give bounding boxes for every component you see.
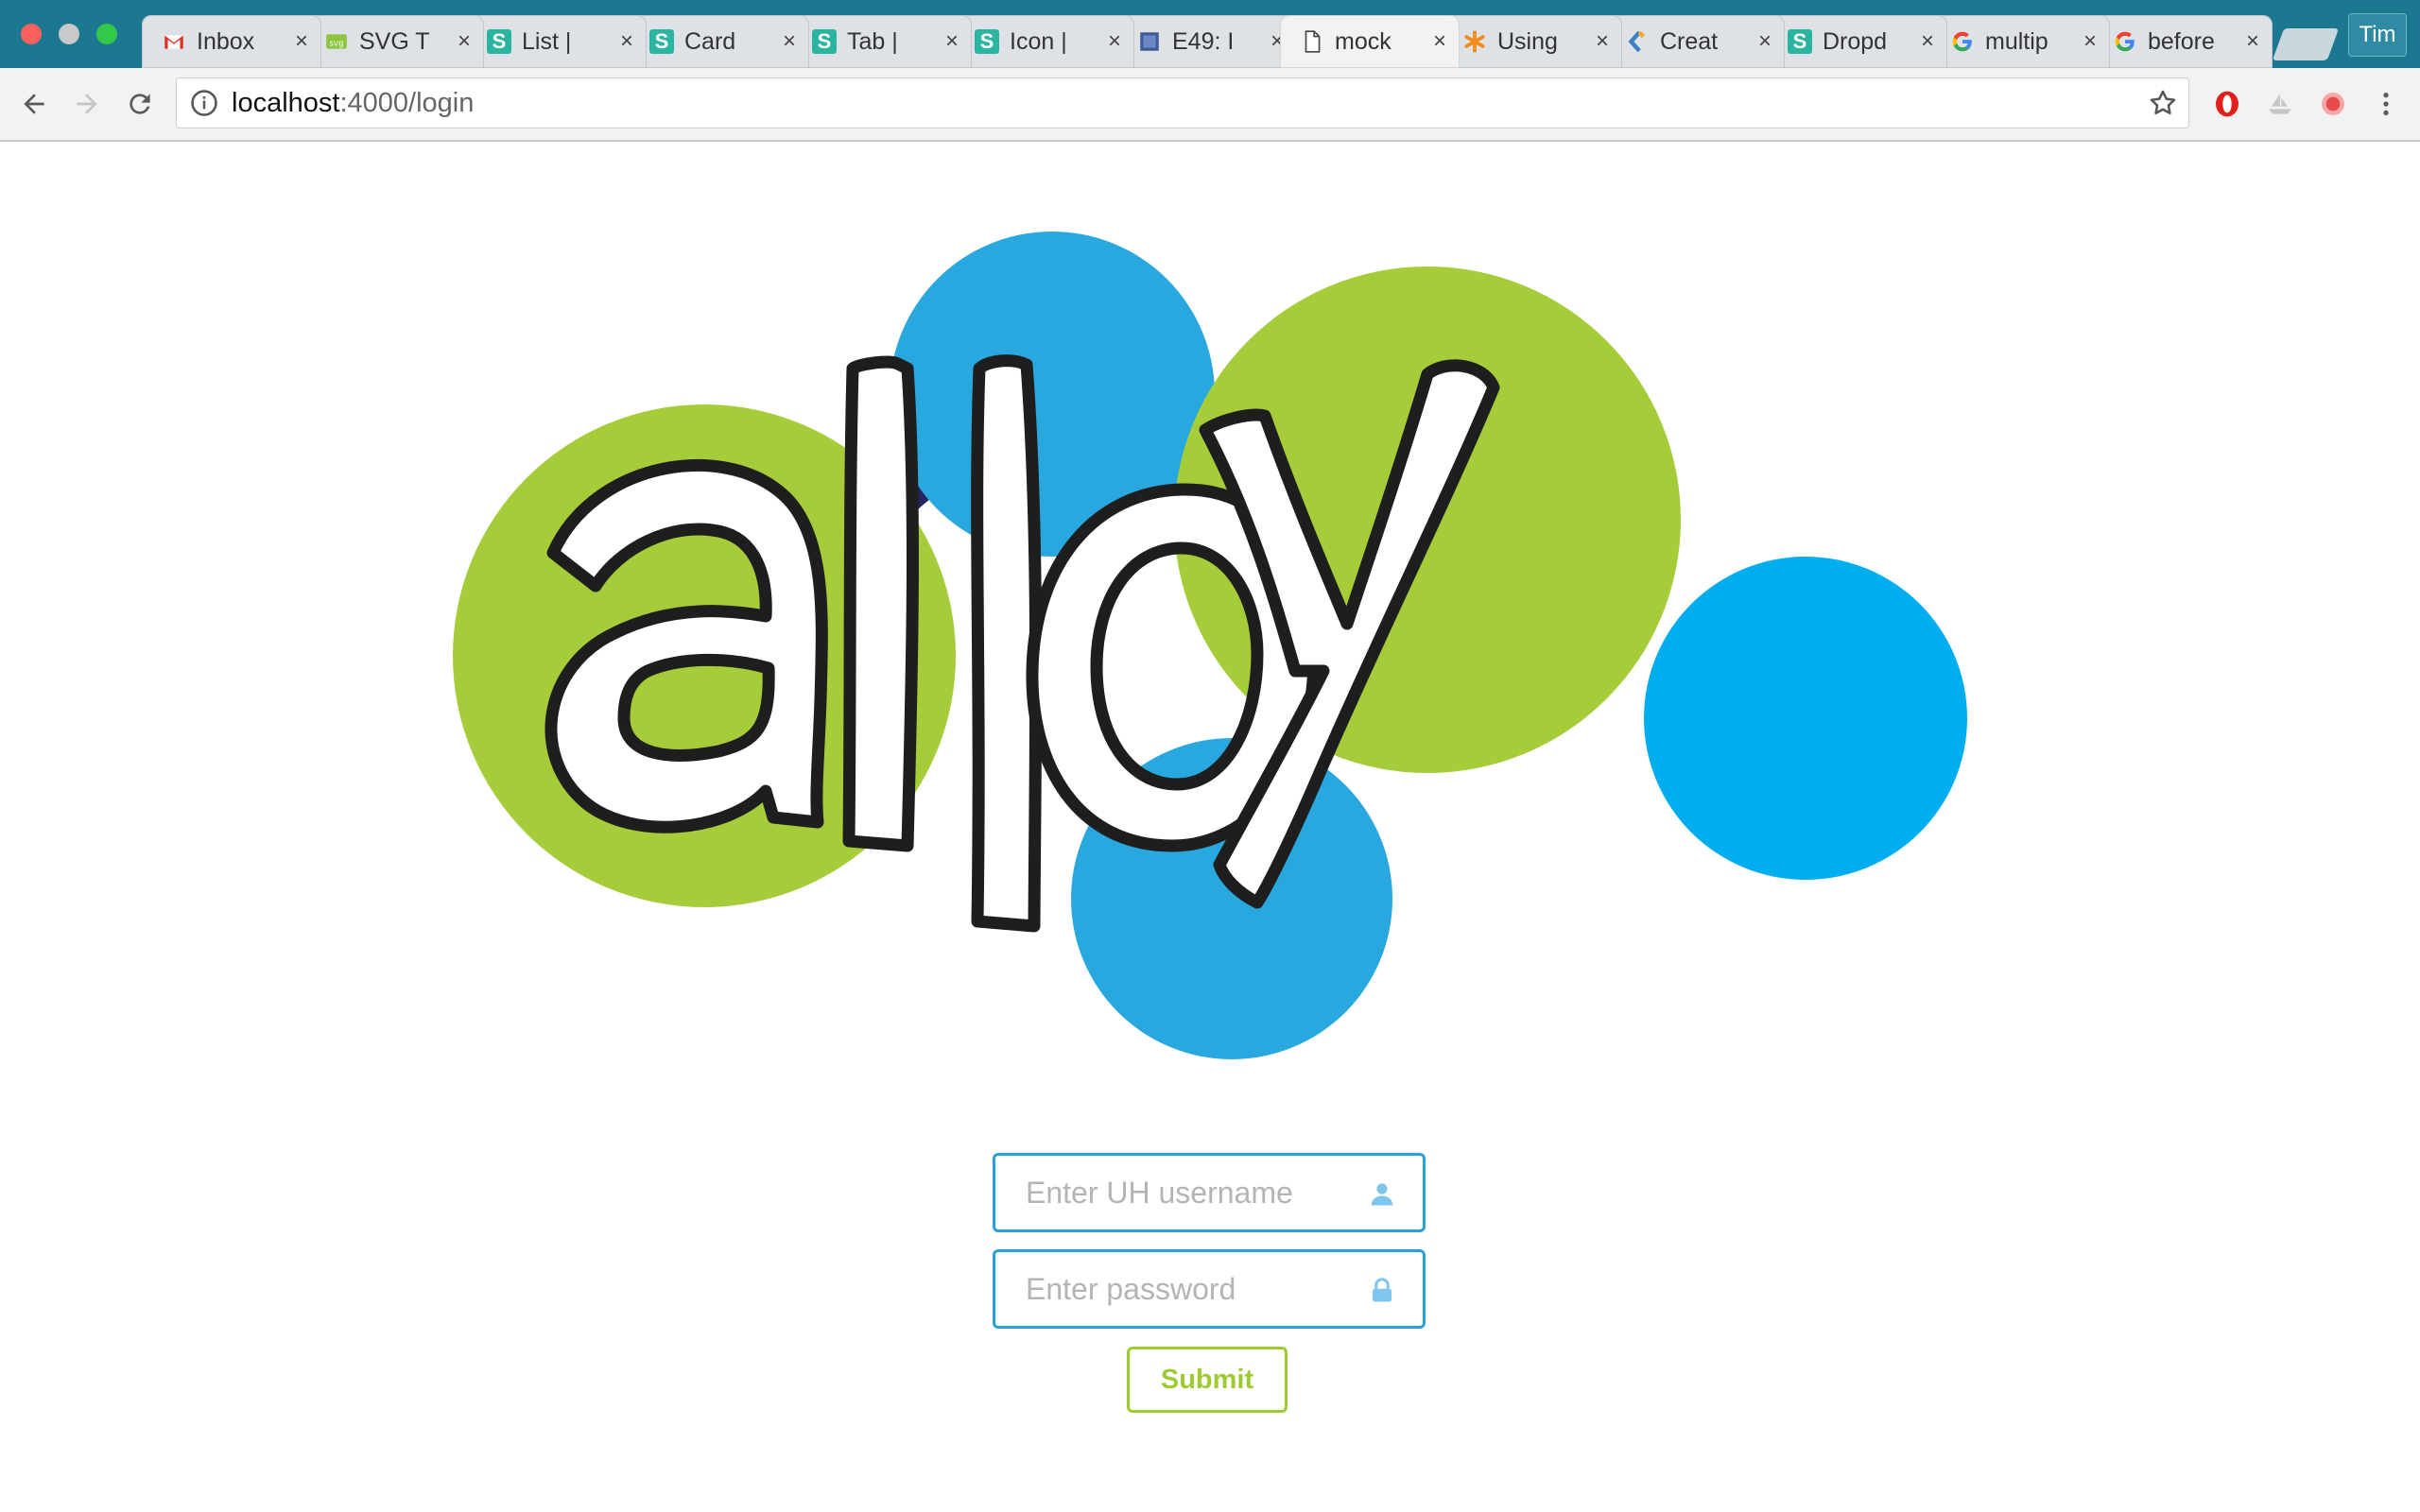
browser-toolbar: localhost:4000/login bbox=[0, 68, 2420, 142]
info-icon bbox=[191, 90, 217, 116]
red-dot-icon bbox=[2322, 93, 2344, 115]
google-icon bbox=[2112, 28, 2138, 55]
tab-11[interactable]: multip × bbox=[1930, 15, 2110, 68]
close-tab-icon[interactable]: × bbox=[783, 28, 796, 55]
close-tab-icon[interactable]: × bbox=[458, 28, 471, 55]
close-window-button[interactable] bbox=[21, 24, 42, 44]
s-icon: S bbox=[974, 28, 1000, 55]
close-tab-icon[interactable]: × bbox=[945, 28, 959, 55]
tab-title: mock bbox=[1335, 27, 1392, 55]
s-icon: S bbox=[648, 28, 675, 55]
minimize-window-button[interactable] bbox=[59, 24, 79, 44]
tab-title: Dropd bbox=[1823, 27, 1888, 55]
username-input[interactable] bbox=[995, 1156, 1423, 1229]
tab-title: List | bbox=[522, 27, 572, 55]
tab-title: Creat bbox=[1660, 27, 1719, 55]
s-icon: S bbox=[1787, 28, 1813, 55]
tab-title: multip bbox=[1985, 27, 2048, 55]
profile-button[interactable]: Tim bbox=[2348, 13, 2407, 57]
s-icon: S bbox=[811, 28, 838, 55]
extension-opera-button[interactable] bbox=[2206, 83, 2248, 125]
address-bar[interactable]: localhost:4000/login bbox=[176, 77, 2189, 129]
tab-7[interactable]: mock × bbox=[1280, 15, 1460, 68]
extension-boat-button[interactable] bbox=[2259, 83, 2301, 125]
document-icon bbox=[1299, 28, 1325, 55]
tab-5[interactable]: S Icon | × bbox=[955, 15, 1134, 68]
s-icon: S bbox=[486, 28, 512, 55]
tab-8[interactable]: Using × bbox=[1443, 15, 1622, 68]
zoom-window-button[interactable] bbox=[96, 24, 117, 44]
close-tab-icon[interactable]: × bbox=[2246, 28, 2259, 55]
arrow-left-icon bbox=[24, 94, 44, 114]
tab-12[interactable]: before × bbox=[2093, 15, 2273, 68]
tab-6[interactable]: E49: I × bbox=[1117, 15, 1297, 68]
asterisk-icon bbox=[1461, 28, 1488, 55]
close-tab-icon[interactable]: × bbox=[1596, 28, 1609, 55]
extension-dot-button[interactable] bbox=[2312, 83, 2354, 125]
close-tab-icon[interactable]: × bbox=[1108, 28, 1121, 55]
password-field[interactable] bbox=[993, 1249, 1426, 1329]
tab-title: SVG T bbox=[359, 27, 430, 55]
submit-button[interactable]: Submit bbox=[1127, 1347, 1288, 1413]
close-tab-icon[interactable]: × bbox=[1921, 28, 1934, 55]
tab-3[interactable]: S Card × bbox=[630, 15, 809, 68]
gmail-icon bbox=[161, 28, 187, 55]
tab-9[interactable]: Creat × bbox=[1605, 15, 1785, 68]
alloy-logo: alloy bbox=[453, 232, 1967, 1059]
tab-10[interactable]: S Dropd × bbox=[1768, 15, 1947, 68]
tab-title: Icon | bbox=[1010, 27, 1067, 55]
forward-button[interactable] bbox=[66, 83, 108, 125]
tab-4[interactable]: S Tab | × bbox=[792, 15, 972, 68]
svg-icon: svg bbox=[323, 28, 350, 55]
boat-icon bbox=[2269, 94, 2291, 114]
close-tab-icon[interactable]: × bbox=[1758, 28, 1772, 55]
new-tab-button[interactable] bbox=[2272, 28, 2340, 60]
browser-tab-strip: Inbox × svg SVG T × S List | × S Card × S Tab | × S Ico… bbox=[0, 0, 2420, 68]
logo-circle-bright-blue-right bbox=[1644, 557, 1967, 880]
square-icon bbox=[1136, 28, 1163, 55]
close-tab-icon[interactable]: × bbox=[2083, 28, 2097, 55]
bookmark-star-icon[interactable] bbox=[2147, 87, 2179, 119]
tab-title: Card bbox=[684, 27, 736, 55]
svg-text:svg: svg bbox=[329, 39, 343, 48]
tab-0[interactable]: Inbox × bbox=[142, 15, 321, 68]
url-host: localhost bbox=[232, 87, 340, 118]
tab-title: Tab | bbox=[847, 27, 898, 55]
close-tab-icon[interactable]: × bbox=[295, 28, 308, 55]
back-button[interactable] bbox=[13, 83, 55, 125]
close-tab-icon[interactable]: × bbox=[620, 28, 633, 55]
google-icon bbox=[1949, 28, 1976, 55]
tab-1[interactable]: svg SVG T × bbox=[304, 15, 484, 68]
tab-title: Using bbox=[1497, 27, 1558, 55]
username-field[interactable] bbox=[993, 1153, 1426, 1232]
tab-title: Inbox bbox=[197, 27, 255, 55]
lock-icon bbox=[1373, 1278, 1392, 1302]
reload-icon bbox=[130, 94, 150, 114]
tab-list: Inbox × svg SVG T × S List | × S Card × S Tab | × S Ico… bbox=[142, 15, 2273, 68]
browser-menu-button[interactable] bbox=[2365, 83, 2407, 125]
close-tab-icon[interactable]: × bbox=[1433, 28, 1446, 55]
tab-title: E49: I bbox=[1172, 27, 1235, 55]
arrow-right-icon bbox=[77, 94, 97, 114]
tab-2[interactable]: S List | × bbox=[467, 15, 647, 68]
user-icon bbox=[1371, 1183, 1393, 1206]
tab-title: before bbox=[2148, 27, 2215, 55]
opera-icon bbox=[2216, 91, 2238, 117]
url-path: :4000/login bbox=[339, 87, 475, 118]
more-vertical-icon bbox=[2383, 93, 2389, 115]
reload-button[interactable] bbox=[119, 83, 161, 125]
chevron-icon bbox=[1624, 28, 1651, 55]
password-input[interactable] bbox=[995, 1252, 1423, 1326]
